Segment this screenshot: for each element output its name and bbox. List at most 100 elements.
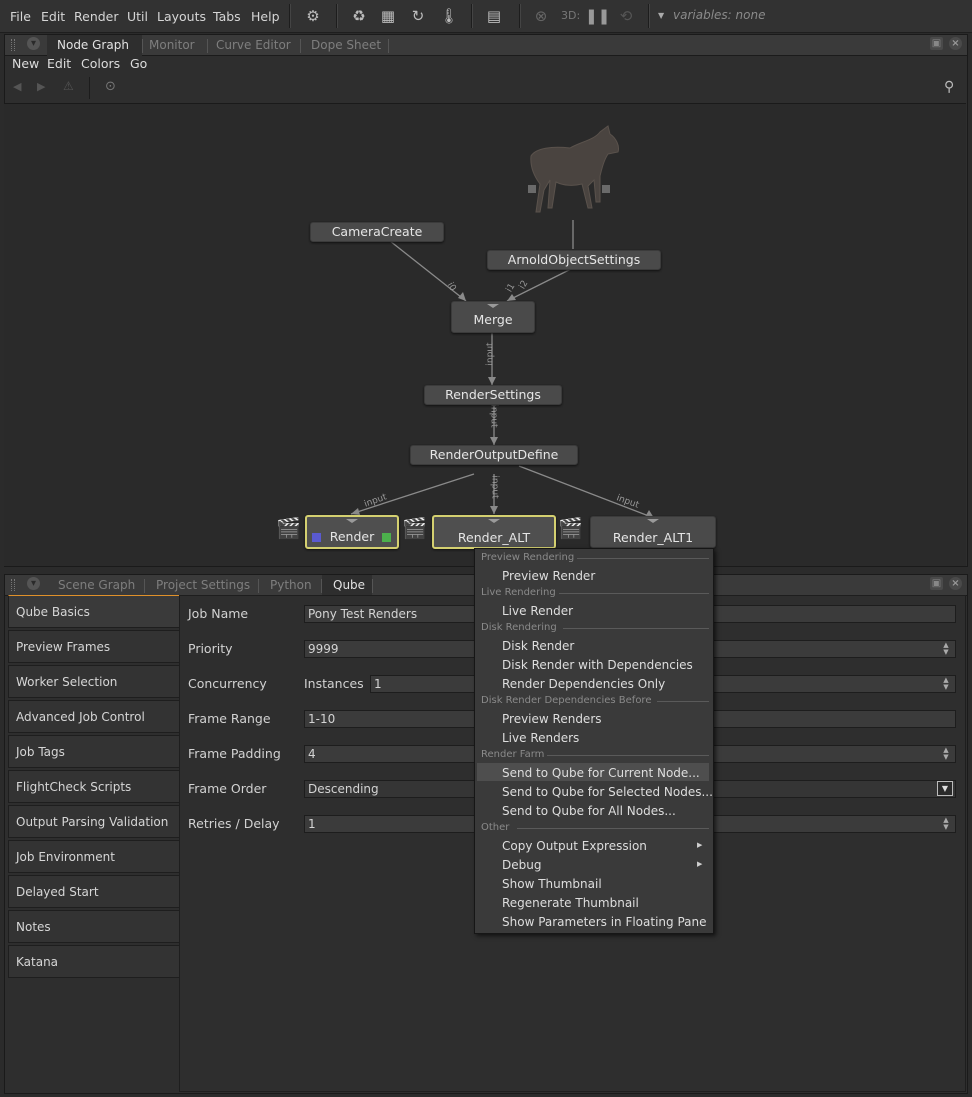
job-name-label: Job Name xyxy=(188,606,249,621)
tab-scene-graph[interactable]: Scene Graph xyxy=(58,578,135,592)
menu-item-send-selected-nodes[interactable]: Send to Qube for Selected Nodes... xyxy=(502,785,713,799)
menu-item-show-thumbnail[interactable]: Show Thumbnail xyxy=(502,877,602,891)
ng-menu-go[interactable]: Go xyxy=(130,56,147,71)
sidebar-item-delayed-start[interactable]: Delayed Start xyxy=(8,875,179,908)
render-status-blue xyxy=(312,533,321,542)
frame-padding-stepper-icon[interactable]: ▲ ▼ xyxy=(940,747,952,761)
retries-stepper-icon[interactable]: ▲ ▼ xyxy=(940,817,952,831)
menu-item-send-all-nodes[interactable]: Send to Qube for All Nodes... xyxy=(502,804,676,818)
node-label: RenderSettings xyxy=(445,387,541,402)
tab-node-graph[interactable]: Node Graph xyxy=(57,38,129,52)
node-render-alt1[interactable]: Render_ALT1 xyxy=(590,516,716,548)
sidebar-item-output-parsing-validation[interactable]: Output Parsing Validation xyxy=(8,805,179,838)
tab-dope-sheet[interactable]: Dope Sheet xyxy=(311,38,381,52)
back-arrow-icon[interactable]: ◀ xyxy=(13,80,21,93)
menu-item-copy-output-expression[interactable]: Copy Output Expression xyxy=(502,839,647,853)
link-icon[interactable]: ⊙ xyxy=(105,79,116,94)
stop-icon[interactable]: ⊗ xyxy=(531,6,551,26)
sidebar-item-job-tags[interactable]: Job Tags xyxy=(8,735,179,768)
section-render-farm: Render Farm xyxy=(481,749,545,760)
sidebar-item-preview-frames[interactable]: Preview Frames xyxy=(8,630,179,663)
menu-item-preview-render[interactable]: Preview Render xyxy=(502,569,595,583)
instances-stepper-icon[interactable]: ▲ ▼ xyxy=(940,677,952,691)
tab-curve-editor[interactable]: Curve Editor xyxy=(216,38,291,52)
node-arnold-object-settings[interactable]: ArnoldObjectSettings xyxy=(487,250,661,270)
tab-qube[interactable]: Qube xyxy=(333,578,365,592)
tab-project-settings[interactable]: Project Settings xyxy=(156,578,250,592)
menu-layouts[interactable]: Layouts xyxy=(157,9,206,24)
node-render-alt[interactable]: Render_ALT xyxy=(432,515,556,549)
sidebar-item-notes[interactable]: Notes xyxy=(8,910,179,943)
menu-tabs[interactable]: Tabs xyxy=(213,9,241,24)
node-label: CameraCreate xyxy=(331,224,423,239)
tab-python[interactable]: Python xyxy=(270,578,312,592)
sidebar-item-flightcheck-scripts[interactable]: FlightCheck Scripts xyxy=(8,770,179,803)
sidebar-item-katana[interactable]: Katana xyxy=(8,945,179,978)
menu-item-live-render[interactable]: Live Render xyxy=(502,604,573,618)
pane-menu-icon[interactable]: ▾ xyxy=(27,37,40,50)
menu-util[interactable]: Util xyxy=(127,9,148,24)
node-camera-create[interactable]: CameraCreate xyxy=(310,222,444,242)
search-icon[interactable]: ⚲ xyxy=(944,79,954,95)
close-icon[interactable]: × xyxy=(949,577,962,590)
submenu-arrow-icon: ▶ xyxy=(697,860,703,868)
section-disk-rendering: Disk Rendering xyxy=(481,622,557,633)
menu-item-preview-renders[interactable]: Preview Renders xyxy=(502,712,602,726)
menu-bar: File Edit Render Util Layouts Tabs Help … xyxy=(0,0,972,33)
sidebar-item-advanced-job-control[interactable]: Advanced Job Control xyxy=(8,700,179,733)
warning-icon[interactable]: ⚠ xyxy=(63,79,74,93)
menu-help[interactable]: Help xyxy=(251,9,280,24)
maximize-icon[interactable]: ▣ xyxy=(930,577,943,590)
node-render-output-define[interactable]: RenderOutputDefine xyxy=(410,445,578,465)
pause-icon[interactable]: ❚❚ xyxy=(585,6,610,26)
priority-stepper-icon[interactable]: ▲ ▼ xyxy=(940,642,952,656)
wire-arnold-merge xyxy=(506,267,574,302)
menu-file[interactable]: File xyxy=(10,9,31,24)
sidebar-item-worker-selection[interactable]: Worker Selection xyxy=(8,665,179,698)
variables-dropdown-icon[interactable]: ▼ xyxy=(658,11,664,20)
menu-item-disk-render-deps[interactable]: Disk Render with Dependencies xyxy=(502,658,693,672)
ng-menu-colors[interactable]: Colors xyxy=(81,56,120,71)
recycle-icon[interactable]: ♻ xyxy=(349,6,369,26)
sync-icon[interactable]: ⟲ xyxy=(616,6,636,26)
settings-gear-icon[interactable]: ⚙ xyxy=(303,6,323,26)
node-label: Render_ALT xyxy=(457,530,531,545)
wire-output-render-alt1 xyxy=(518,465,655,519)
menu-edit[interactable]: Edit xyxy=(41,9,65,24)
refresh-icon[interactable]: ↻ xyxy=(408,6,428,26)
section-preview-rendering: Preview Rendering xyxy=(481,552,575,563)
node-merge[interactable]: Merge xyxy=(451,301,535,333)
variables-label[interactable]: variables: none xyxy=(673,8,765,22)
menu-item-send-current-node[interactable]: Send to Qube for Current Node... xyxy=(502,766,700,780)
menu-item-debug[interactable]: Debug xyxy=(502,858,541,872)
submenu-arrow-icon: ▶ xyxy=(697,841,703,849)
wire-camera-merge xyxy=(389,240,467,302)
concurrency-label: Concurrency xyxy=(188,676,267,691)
forward-arrow-icon[interactable]: ▶ xyxy=(37,80,45,93)
frame-range-label: Frame Range xyxy=(188,711,271,726)
node-render[interactable]: Render xyxy=(305,515,399,549)
sidebar-item-job-environment[interactable]: Job Environment xyxy=(8,840,179,873)
ng-menu-new[interactable]: New xyxy=(12,56,39,71)
tab-monitor[interactable]: Monitor xyxy=(149,38,195,52)
menu-item-show-params-floating[interactable]: Show Parameters in Floating Pane xyxy=(502,915,707,929)
ng-menu-edit[interactable]: Edit xyxy=(47,56,71,71)
node-label: RenderOutputDefine xyxy=(429,447,559,462)
port-label-input-settings: input xyxy=(488,404,499,428)
maximize-icon[interactable]: ▣ xyxy=(930,37,943,50)
menu-item-disk-render[interactable]: Disk Render xyxy=(502,639,574,653)
thermometer-icon[interactable]: 🌡 xyxy=(439,6,459,26)
clapper-icon[interactable]: ▦ xyxy=(378,6,398,26)
pane-menu-icon[interactable]: ▾ xyxy=(27,577,40,590)
close-icon[interactable]: × xyxy=(949,37,962,50)
node-graph-canvas[interactable]: i0 i1 i2 input input input input input C… xyxy=(4,103,966,566)
menu-render[interactable]: Render xyxy=(74,9,119,24)
render-clapper-icon[interactable]: ▤ xyxy=(484,6,504,26)
chevron-down-icon[interactable]: ▼ xyxy=(937,781,953,796)
sidebar-item-qube-basics[interactable]: Qube Basics xyxy=(8,595,179,628)
node-render-settings[interactable]: RenderSettings xyxy=(424,385,562,405)
pony-port-left xyxy=(528,185,536,193)
menu-item-live-renders[interactable]: Live Renders xyxy=(502,731,579,745)
menu-item-render-deps-only[interactable]: Render Dependencies Only xyxy=(502,677,665,691)
menu-item-regenerate-thumbnail[interactable]: Regenerate Thumbnail xyxy=(502,896,639,910)
